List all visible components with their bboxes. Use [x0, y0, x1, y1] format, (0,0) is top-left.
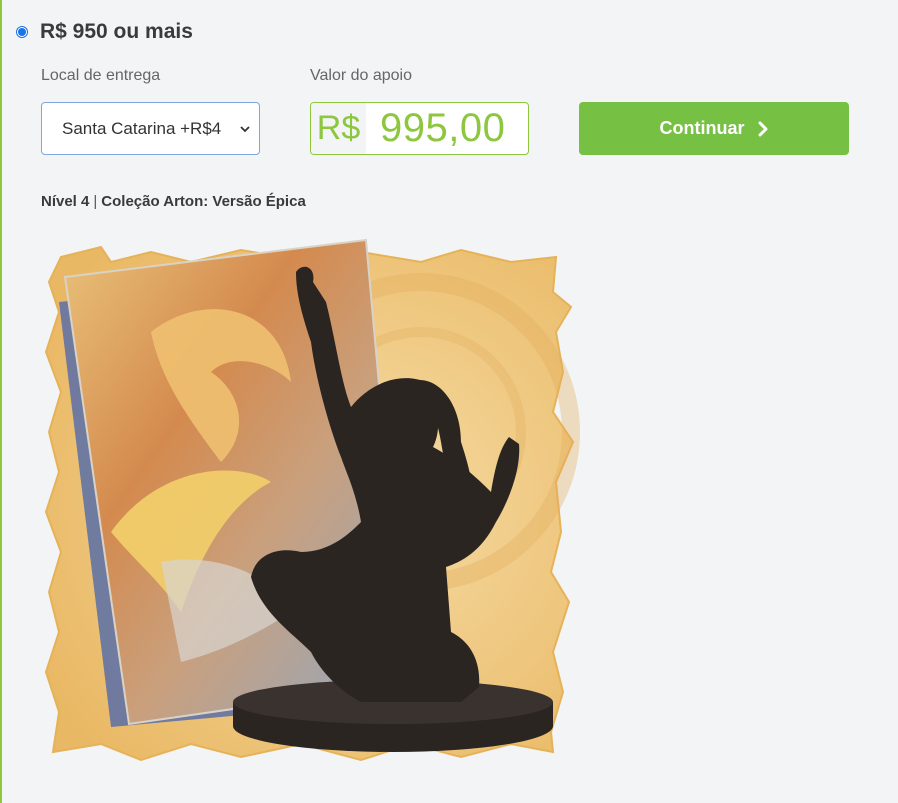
left-accent-rule: [0, 0, 2, 803]
chevron-right-icon: [758, 121, 767, 136]
support-amount-field[interactable]: R$ 995,00: [310, 102, 529, 155]
delivery-select[interactable]: Santa Catarina +R$4: [41, 102, 260, 155]
reward-option[interactable]: R$ 950 ou mais: [16, 20, 193, 44]
reward-product-image: [44, 238, 580, 762]
tier-separator: |: [93, 193, 98, 210]
support-label: Valor do apoio: [310, 67, 412, 84]
delivery-label: Local de entrega: [41, 67, 161, 84]
radio-selected-icon[interactable]: [16, 26, 28, 38]
continue-label: Continuar: [659, 118, 745, 138]
support-amount-value: 995,00: [380, 106, 506, 150]
reward-title: R$ 950 ou mais: [40, 20, 193, 43]
tier-level: Nível 4: [41, 193, 90, 210]
tier-heading: Nível 4 | Coleção Arton: Versão Épica: [41, 193, 306, 210]
delivery-selected-value: Santa Catarina +R$4: [62, 118, 222, 138]
chevron-down-icon: [240, 126, 250, 133]
currency-prefix: R$: [311, 103, 366, 154]
tier-name: Coleção Arton: Versão Épica: [101, 193, 306, 210]
continue-button[interactable]: Continuar: [579, 102, 849, 155]
